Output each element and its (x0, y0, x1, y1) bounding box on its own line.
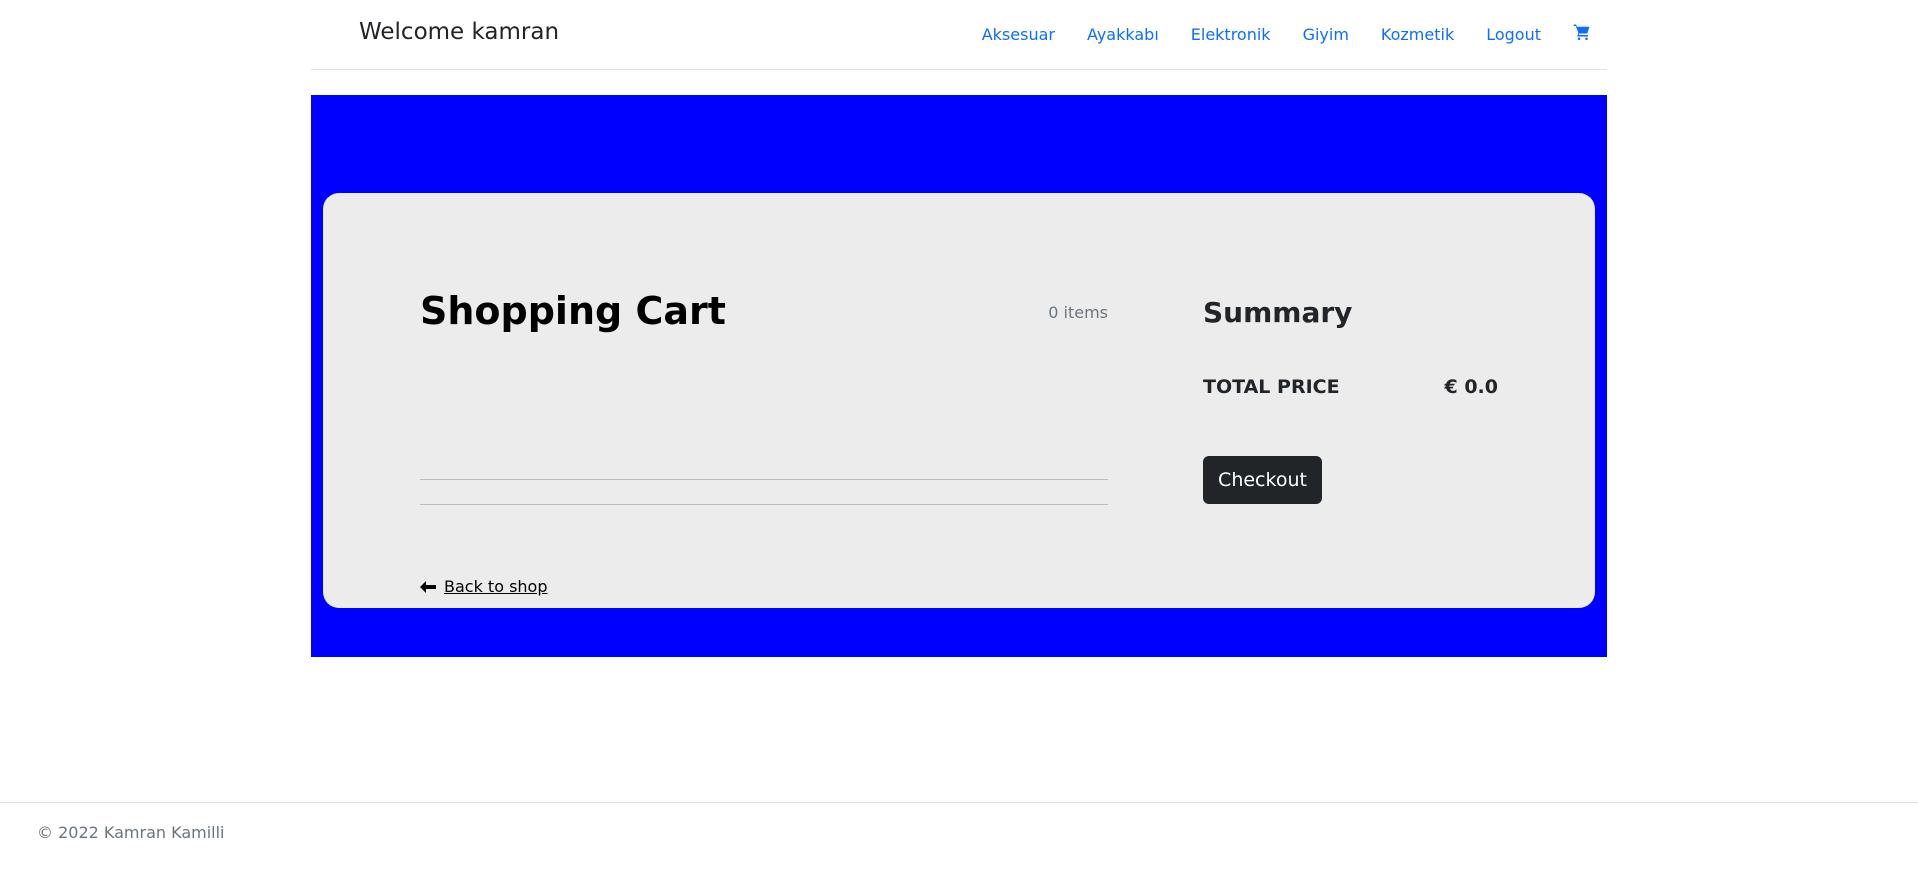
footer: © 2022 Kamran Kamilli (0, 802, 1918, 883)
cart-link[interactable] (1573, 23, 1591, 45)
nav-item-kozmetik[interactable]: Kozmetik (1381, 25, 1454, 44)
nav-item-ayakkabi[interactable]: Ayakkabı (1087, 25, 1159, 44)
back-to-shop-label: Back to shop (444, 577, 548, 596)
nav-item-logout[interactable]: Logout (1486, 25, 1541, 44)
divider (420, 504, 1108, 505)
divider (420, 479, 1108, 480)
summary-title: Summary (1203, 296, 1353, 329)
page: Welcome kamran Aksesuar Ayakkabı Elektro… (0, 0, 1918, 883)
back-to-shop-link[interactable]: Back to shop (420, 577, 548, 596)
copyright-text: © 2022 Kamran Kamilli (37, 823, 225, 842)
total-price-value: € 0.0 (1444, 376, 1499, 398)
nav-menu: Aksesuar Ayakkabı Elektronik Giyim Kozme… (982, 23, 1591, 45)
cart-card: Shopping Cart 0 items Back to shop Summa… (323, 193, 1595, 608)
page-title: Shopping Cart (420, 289, 726, 333)
nav-item-giyim[interactable]: Giyim (1303, 25, 1349, 44)
cart-section: Shopping Cart 0 items Back to shop Summa… (311, 95, 1607, 657)
checkout-button[interactable]: Checkout (1203, 456, 1322, 504)
navbar: Welcome kamran Aksesuar Ayakkabı Elektro… (311, 0, 1607, 70)
arrow-left-icon (420, 580, 436, 593)
items-count: 0 items (1048, 303, 1108, 322)
total-price-label: TOTAL PRICE (1203, 376, 1340, 398)
shopping-cart-icon (1573, 24, 1590, 41)
nav-item-aksesuar[interactable]: Aksesuar (982, 25, 1055, 44)
nav-item-elektronik[interactable]: Elektronik (1191, 25, 1271, 44)
brand-link[interactable]: Welcome kamran (359, 19, 559, 45)
